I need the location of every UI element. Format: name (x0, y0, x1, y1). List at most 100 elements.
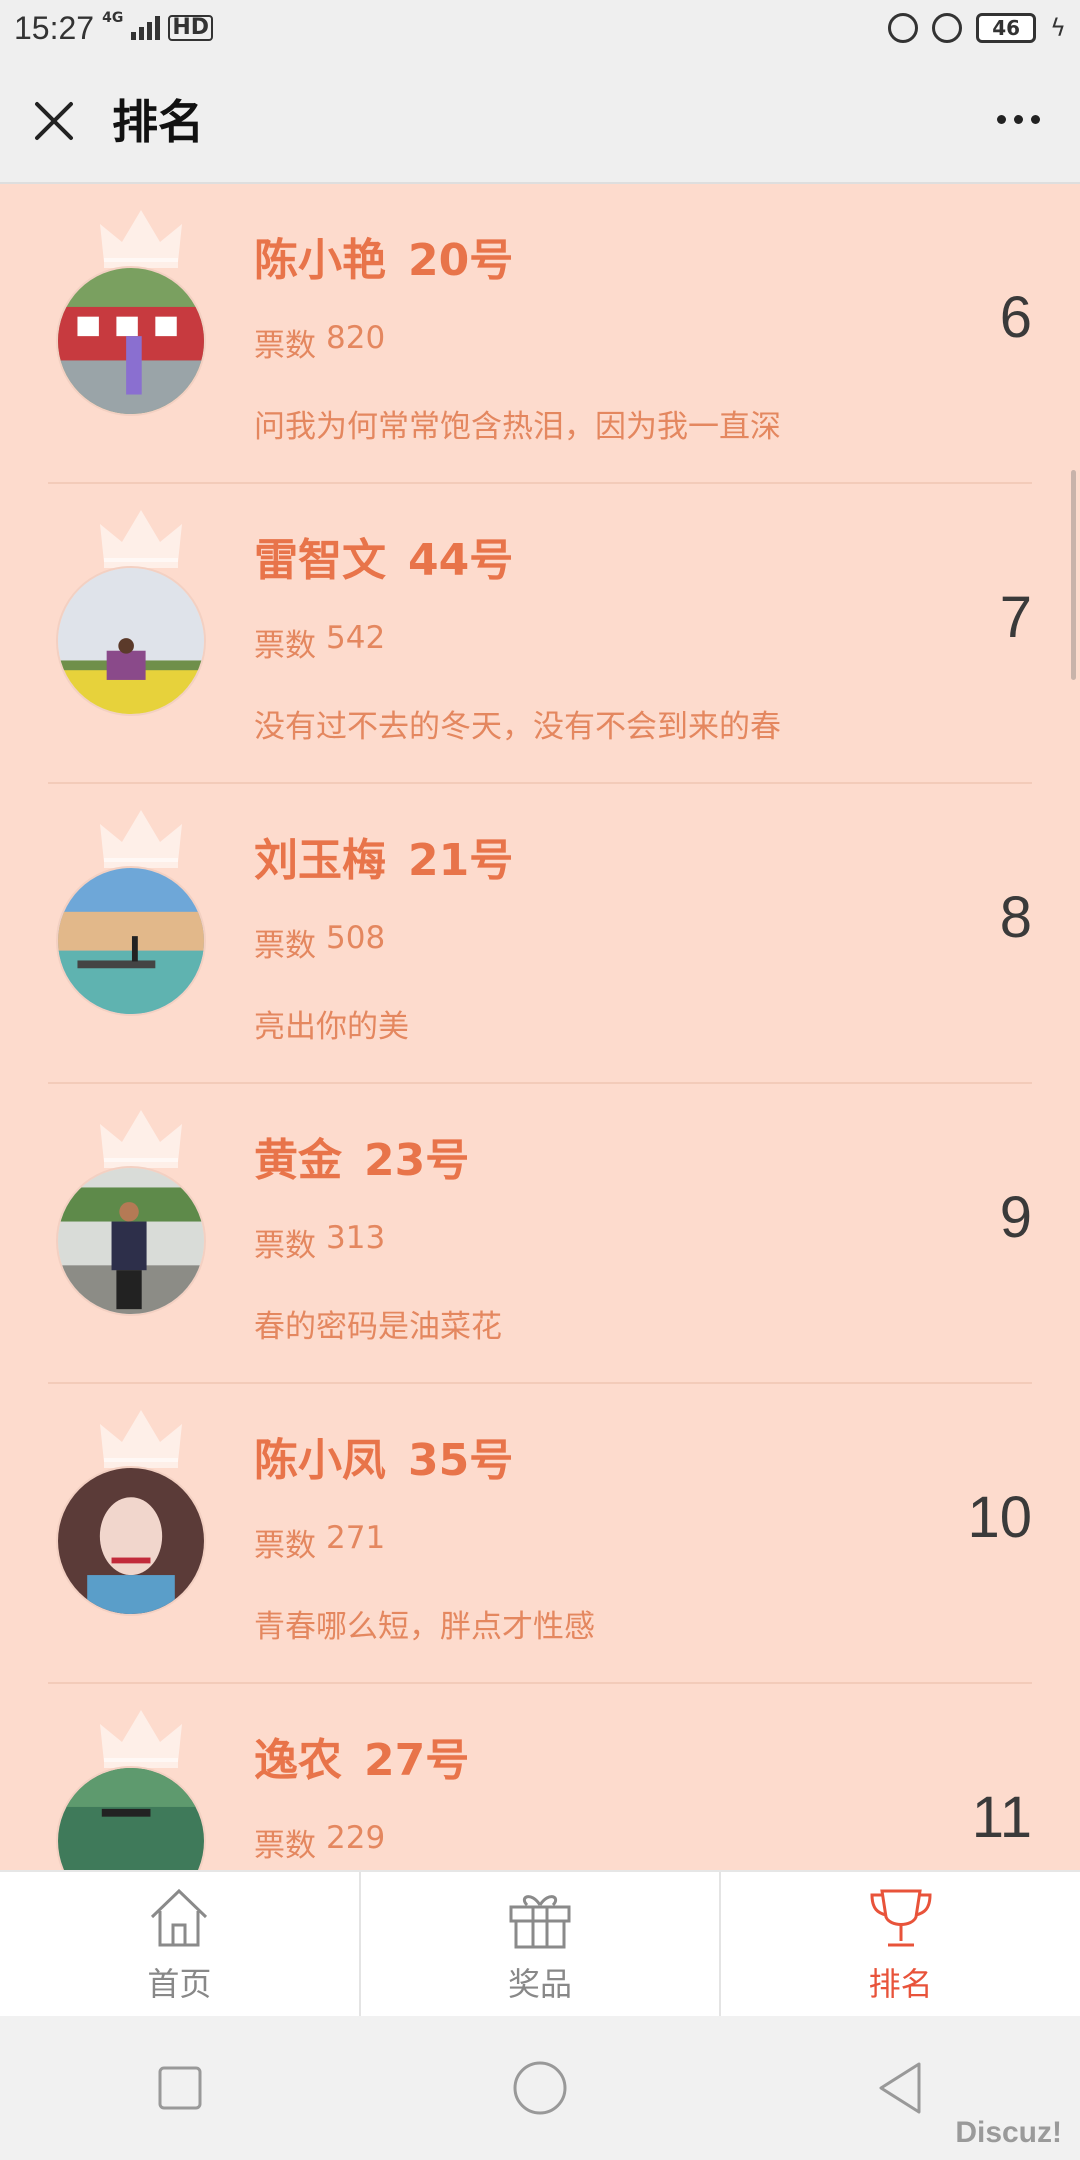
avatar-wrap (56, 804, 206, 1016)
entry-name: 陈小凤 (254, 1435, 386, 1486)
entry-info: 逸农 27号 票数 229 (254, 1724, 469, 1870)
crown-icon (100, 1710, 182, 1768)
hd-icon: HD (168, 15, 213, 41)
votes-label: 票数 (254, 1528, 316, 1564)
ranking-row[interactable]: 逸农 27号 票数 229 11 (48, 1684, 1032, 1870)
entry-name: 逸农 (254, 1735, 342, 1786)
entry-name-line: 陈小艳 20号 (254, 224, 781, 288)
rank-number: 7 (999, 585, 1032, 650)
tab-home[interactable]: 首页 (0, 1872, 361, 2016)
home-circle-icon[interactable] (505, 2053, 575, 2123)
tab-label: 排名 (868, 1965, 933, 2003)
crown-icon (100, 210, 182, 268)
ranking-row[interactable]: 陈小凤 35号 票数 271 青春哪么短，胖点才性感 10 (48, 1384, 1032, 1684)
entry-votes: 票数 229 (254, 1820, 469, 1865)
entry-info: 黄金 23号 票数 313 春的密码是油菜花 (254, 1124, 502, 1346)
crown-icon (100, 510, 182, 568)
entry-name: 陈小艳 (254, 235, 386, 286)
votes-count: 229 (326, 1820, 386, 1856)
rank-number: 9 (999, 1185, 1032, 1250)
entry-motto: 青春哪么短，胖点才性感 (254, 1609, 595, 1645)
avatar-wrap (56, 1404, 206, 1616)
entry-number: 20号 (408, 235, 514, 286)
entry-motto: 春的密码是油菜花 (254, 1309, 502, 1345)
avatar-wrap (56, 504, 206, 716)
entry-motto: 亮出你的美 (254, 1009, 409, 1045)
avatar[interactable] (56, 866, 206, 1016)
home-icon (151, 1888, 208, 1947)
page-title: 排名 (112, 95, 204, 149)
tab-ranking[interactable]: 排名 (721, 1872, 1080, 2016)
entry-name: 刘玉梅 (254, 835, 386, 886)
gift-icon (509, 1895, 571, 1949)
crown-icon (100, 1110, 182, 1168)
avatar[interactable] (56, 1766, 206, 1870)
rank-number: 10 (967, 1485, 1032, 1550)
votes-label: 票数 (254, 1828, 316, 1864)
recent-apps-icon[interactable] (145, 2053, 215, 2123)
entry-votes: 票数 820 (254, 320, 781, 365)
entry-votes: 票数 542 (254, 620, 781, 665)
tab-prizes[interactable]: 奖品 (361, 1872, 722, 2016)
rank-number: 11 (971, 1785, 1032, 1850)
bottom-tabbar: 首页 奖品 排名 (0, 1870, 1080, 2016)
tab-label: 奖品 (508, 1965, 573, 2003)
entry-info: 陈小艳 20号 票数 820 问我为何常常饱含热泪，因为我一直深 (254, 224, 781, 446)
avatar-wrap (56, 1104, 206, 1316)
avatar[interactable] (56, 1466, 206, 1616)
votes-count: 313 (326, 1220, 386, 1256)
entry-name: 黄金 (254, 1135, 342, 1186)
entry-name-line: 黄金 23号 (254, 1124, 502, 1188)
avatar[interactable] (56, 266, 206, 416)
votes-label: 票数 (254, 928, 316, 964)
entry-votes: 票数 313 (254, 1220, 502, 1265)
entry-votes: 票数 271 (254, 1520, 595, 1565)
entry-number: 44号 (408, 535, 514, 586)
crown-icon (100, 1410, 182, 1468)
watermark: Discuz! (955, 2116, 1062, 2149)
rank-number: 6 (999, 285, 1032, 350)
ranking-list: 陈小艳 20号 票数 820 问我为何常常饱含热泪，因为我一直深 6 雷智文 4… (0, 184, 1080, 1870)
entry-motto: 没有过不去的冬天，没有不会到来的春 (254, 709, 781, 745)
entry-name-line: 雷智文 44号 (254, 524, 781, 588)
votes-count: 508 (326, 920, 386, 956)
votes-label: 票数 (254, 328, 316, 364)
ranking-row[interactable]: 雷智文 44号 票数 542 没有过不去的冬天，没有不会到来的春 7 (48, 484, 1032, 784)
ranking-row[interactable]: 陈小艳 20号 票数 820 问我为何常常饱含热泪，因为我一直深 6 (48, 184, 1032, 484)
entry-motto: 问我为何常常饱含热泪，因为我一直深 (254, 409, 781, 445)
entry-info: 刘玉梅 21号 票数 508 亮出你的美 (254, 824, 513, 1046)
screen: 15:27 4G HD 46 ϟ 排名 陈小艳 20号 票数 820 问我为何常… (0, 0, 1080, 2160)
entry-name-line: 陈小凤 35号 (254, 1424, 595, 1488)
entry-name-line: 刘玉梅 21号 (254, 824, 513, 888)
signal-icon (131, 16, 161, 40)
entry-number: 23号 (364, 1135, 470, 1186)
rotation-lock-icon (888, 13, 919, 43)
entry-name-line: 逸农 27号 (254, 1724, 469, 1788)
ranking-row[interactable]: 黄金 23号 票数 313 春的密码是油菜花 9 (48, 1084, 1032, 1384)
charging-icon: ϟ (1050, 14, 1066, 42)
votes-count: 820 (326, 320, 386, 356)
alarm-icon (932, 13, 963, 43)
close-icon[interactable] (30, 95, 78, 143)
entry-number: 35号 (408, 1435, 514, 1486)
crown-icon (100, 810, 182, 868)
trophy-icon (870, 1889, 932, 1947)
back-icon[interactable] (865, 2053, 935, 2123)
entry-info: 雷智文 44号 票数 542 没有过不去的冬天，没有不会到来的春 (254, 524, 781, 746)
entry-info: 陈小凤 35号 票数 271 青春哪么短，胖点才性感 (254, 1424, 595, 1646)
votes-count: 542 (326, 620, 386, 656)
avatar[interactable] (56, 566, 206, 716)
status-right: 46 ϟ (888, 13, 1066, 43)
entry-number: 27号 (364, 1735, 470, 1786)
title-bar: 排名 (0, 56, 1080, 184)
rank-number: 8 (999, 885, 1032, 950)
avatar-wrap (56, 204, 206, 416)
network-type: 4G (102, 10, 124, 26)
more-menu-icon[interactable] (987, 105, 1050, 134)
entry-name: 雷智文 (254, 535, 386, 586)
tab-label: 首页 (147, 1965, 212, 2003)
status-left: 15:27 4G HD (14, 10, 213, 47)
ranking-row[interactable]: 刘玉梅 21号 票数 508 亮出你的美 8 (48, 784, 1032, 1084)
scrollbar[interactable] (1071, 470, 1076, 680)
avatar[interactable] (56, 1166, 206, 1316)
